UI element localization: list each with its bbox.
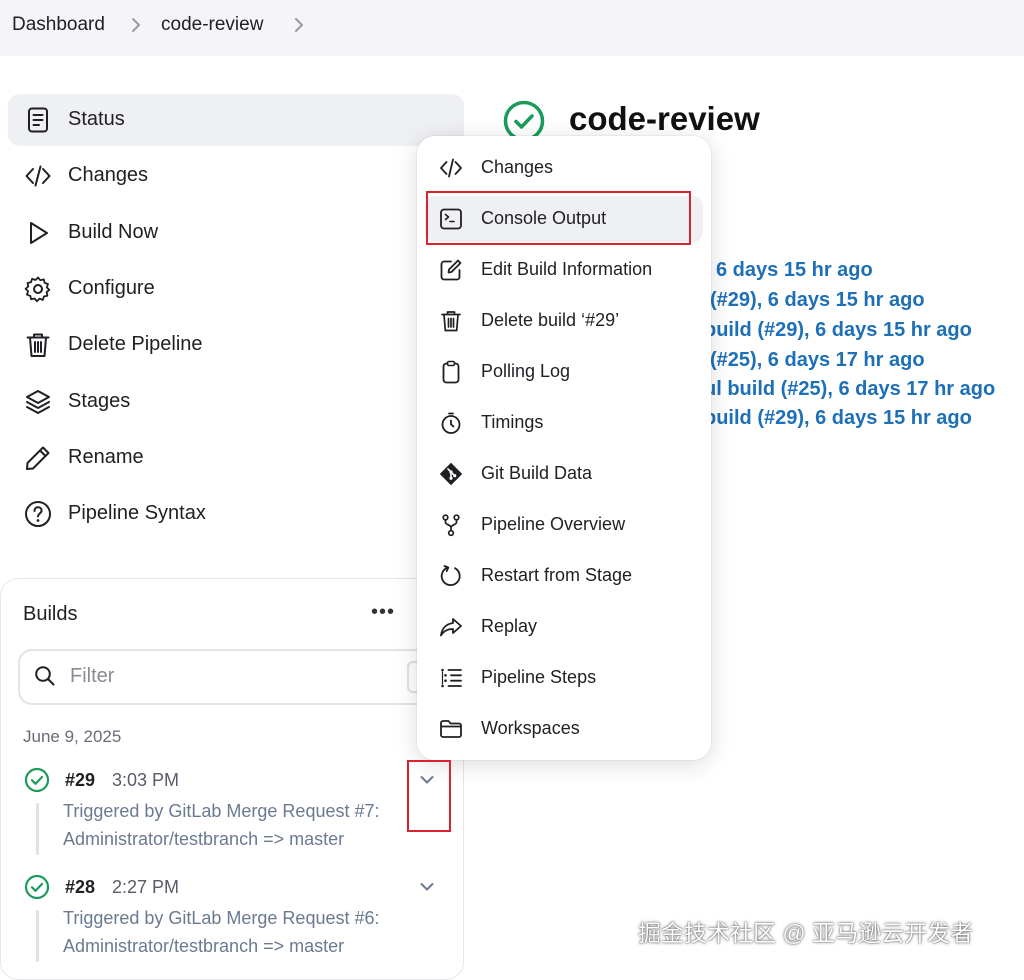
search-icon [34,665,56,687]
code-icon [439,156,463,180]
chevron-right-icon[interactable] [290,15,308,35]
build-divider [36,803,39,855]
more-options-icon[interactable]: ••• [371,601,395,624]
folder-icon [439,717,463,741]
chevron-right-icon [127,15,145,35]
menu-item-edit-build-information[interactable]: Edit Build Information [425,247,703,293]
sidebar-item-status[interactable]: Status [8,94,464,146]
breadcrumb-dashboard[interactable]: Dashboard [12,14,105,36]
annotation-highlight-console-output [426,191,691,245]
breadcrumb: Dashboard code-review [0,0,1024,56]
menu-item-restart-from-stage[interactable]: Restart from Stage [425,553,703,599]
build-description: Triggered by GitLab Merge Request #7: Ad… [63,797,380,853]
menu-item-workspaces[interactable]: Workspaces [425,706,703,752]
sidebar-item-label: Pipeline Syntax [68,502,206,524]
sidebar-item-build-now[interactable]: Build Now [8,207,464,259]
pencil-icon [24,444,52,472]
list-icon [439,666,463,690]
breadcrumb-code-review[interactable]: code-review [161,14,263,36]
layers-icon [24,388,52,416]
trash-icon [439,309,463,333]
sidebar-item-label: Changes [68,164,149,186]
menu-item-pipeline-steps[interactable]: Pipeline Steps [425,655,703,701]
branch-icon [439,513,463,537]
success-check-icon [24,767,50,793]
sidebar-item-label: Stages [68,390,131,412]
permalink-last-completed[interactable]: build (#29), 6 days 15 hr ago [704,407,972,430]
menu-item-timings[interactable]: Timings [425,400,703,446]
build-description-line: Administrator/testbranch => master [63,829,345,849]
sidebar-item-configure[interactable]: Configure [8,263,464,315]
menu-item-replay[interactable]: Replay [425,604,703,650]
menu-item-label: Timings [481,412,544,432]
restart-icon [439,564,463,588]
sidebar-item-label: Configure [68,277,155,299]
menu-item-polling-log[interactable]: Polling Log [425,349,703,395]
trash-icon [24,331,52,359]
success-check-icon [24,874,50,900]
permalink-last-failed[interactable]: (#25), 6 days 17 hr ago [710,349,925,372]
menu-item-label: Restart from Stage [481,565,633,585]
menu-item-label: Delete build ‘#29’ [481,310,620,330]
gear-icon [24,275,52,303]
build-description-line: Triggered by GitLab Merge Request #7: [63,801,380,821]
build-time: 2:27 PM [112,877,180,897]
menu-item-label: Changes [481,157,554,177]
stopwatch-icon [439,411,463,435]
sidebar-item-label: Build Now [68,221,159,243]
permalink-last-build[interactable]: 6 days 15 hr ago [716,259,873,282]
permalink-last-stable[interactable]: (#29), 6 days 15 hr ago [710,289,925,312]
build-number[interactable]: #28 [65,877,95,898]
sidebar-item-label: Delete Pipeline [68,333,203,355]
build-divider [36,910,39,962]
build-time: 3:03 PM [112,770,180,790]
code-icon [24,162,52,190]
edit-icon [439,258,463,282]
menu-item-git-build-data[interactable]: Git Build Data [425,451,703,497]
permalink-last-unsuccessful[interactable]: ul build (#25), 6 days 17 hr ago [704,378,995,401]
menu-item-delete-build[interactable]: Delete build ‘#29’ [425,298,703,344]
filter-input[interactable] [68,663,402,689]
help-icon [24,500,52,528]
menu-item-label: Workspaces [481,718,580,738]
sidebar-item-stages[interactable]: Stages [8,376,464,428]
clipboard-icon [439,360,463,384]
menu-item-label: Git Build Data [481,463,593,483]
annotation-highlight-build-dropdown [407,760,451,832]
build-description: Triggered by GitLab Merge Request #6: Ad… [63,904,380,960]
sidebar-item-delete-pipeline[interactable]: Delete Pipeline [8,319,464,371]
sidebar-item-changes[interactable]: Changes [8,150,464,202]
permalink-last-successful[interactable]: build (#29), 6 days 15 hr ago [704,319,972,342]
git-icon [439,462,463,486]
build-description-line: Triggered by GitLab Merge Request #6: [63,908,380,928]
menu-item-label: Replay [481,616,538,636]
sidebar-item-label: Status [68,108,125,130]
menu-item-pipeline-overview[interactable]: Pipeline Overview [425,502,703,548]
menu-item-label: Pipeline Overview [481,514,626,534]
builds-filter [18,649,482,705]
build-number[interactable]: #29 [65,770,95,791]
watermark: 掘金技术社区 @ 亚马逊云开发者 [638,920,974,946]
menu-item-label: Polling Log [481,361,571,381]
menu-item-label: Edit Build Information [481,259,653,279]
builds-panel: Builds ••• June 9, 2025 #29 3:03 PM Trig… [0,578,482,980]
menu-item-changes[interactable]: Changes [425,145,703,191]
menu-item-label: Pipeline Steps [481,667,597,687]
sidebar-item-label: Rename [68,446,144,468]
sidebar-item-rename[interactable]: Rename [8,432,464,484]
document-icon [24,106,52,134]
chevron-down-icon[interactable] [417,877,437,897]
builds-title: Builds [23,603,78,625]
builds-date: June 9, 2025 [23,727,122,746]
page-title: code-review [569,100,760,137]
replay-icon [439,615,463,639]
play-icon [24,219,52,247]
sidebar-item-pipeline-syntax[interactable]: Pipeline Syntax [8,488,464,540]
build-description-line: Administrator/testbranch => master [63,936,345,956]
